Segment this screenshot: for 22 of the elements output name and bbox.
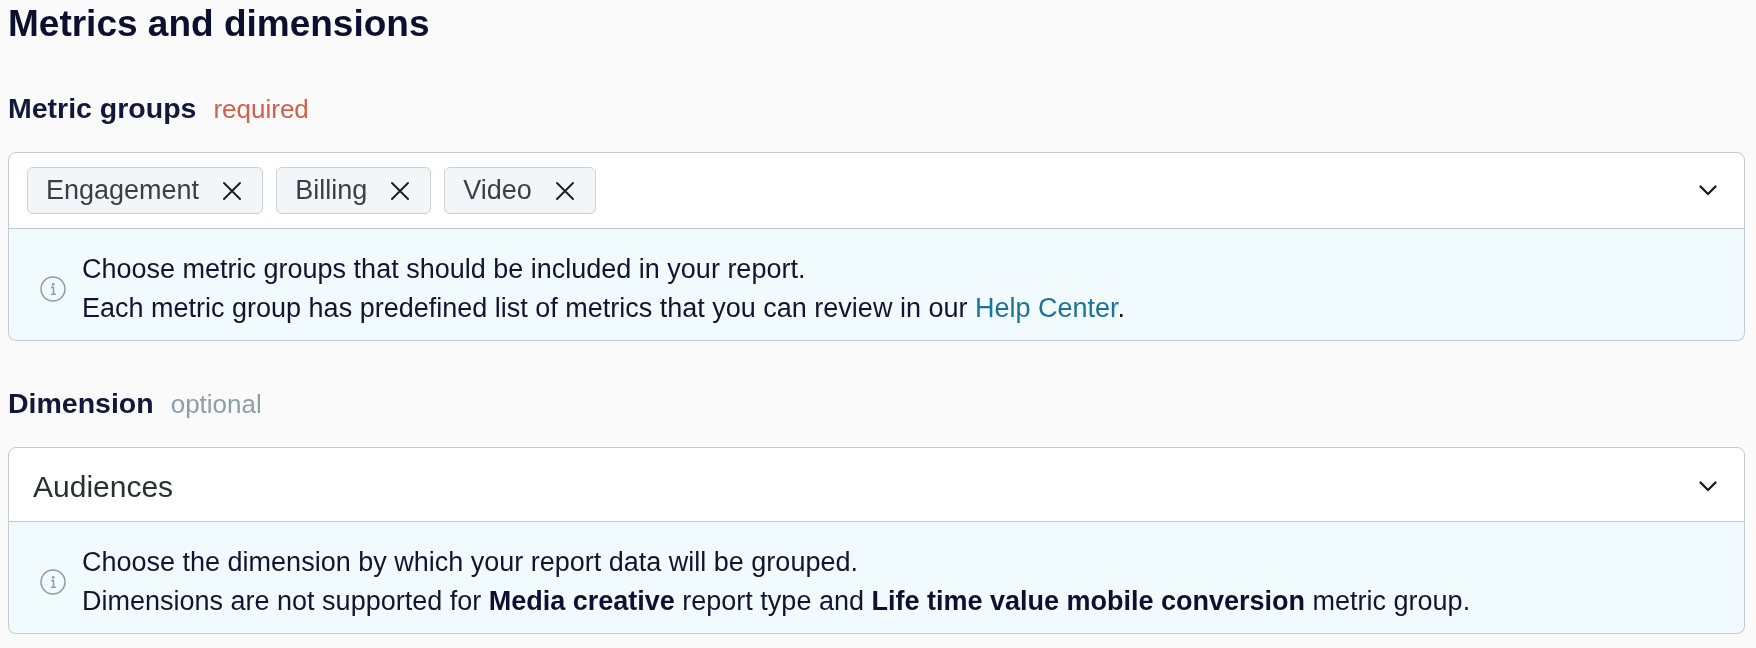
help-text: Choose metric groups that should be included in your report. [82, 253, 807, 286]
chevron-down-icon[interactable] [1699, 185, 1717, 196]
requirement-note: optional [170, 388, 262, 421]
help-link[interactable]: Help Center [974, 293, 1118, 323]
field-label: Metric groups [8, 91, 197, 126]
help-text: Choose the dimension by which your report data will be grouped. [82, 546, 859, 579]
help-text: Dimensions are not supported for Media creative report type and Life time value mobile conversion metric group. [82, 585, 1471, 618]
section-title: Metrics and dimensions [8, 2, 431, 46]
metric-group-tag[interactable]: Video [444, 167, 596, 214]
close-icon[interactable] [390, 180, 411, 201]
info-icon [40, 569, 66, 595]
metric-group-tag[interactable]: Billing [276, 167, 432, 214]
field-label: Dimension [8, 386, 154, 421]
close-icon[interactable] [222, 180, 243, 201]
dropdown-field[interactable]: Audiences [8, 447, 1745, 522]
chevron-down-icon[interactable] [1699, 481, 1717, 492]
metric-group-tag[interactable]: Engagement [27, 167, 264, 214]
help-text: Each metric group has predefined list of metrics that you can review in our Help Center. [82, 292, 1126, 325]
multiselect-field[interactable]: Engagement Billing Video [8, 152, 1745, 229]
close-icon[interactable] [554, 180, 575, 201]
requirement-note: required [213, 93, 309, 126]
info-icon [40, 276, 66, 302]
